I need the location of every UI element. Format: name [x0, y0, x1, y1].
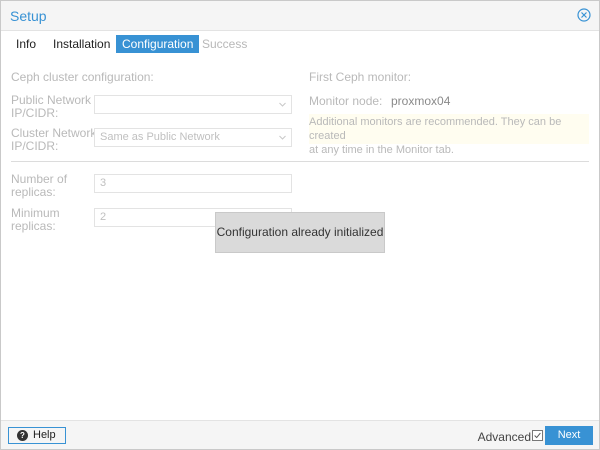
- min-replicas-value: 2: [100, 211, 107, 223]
- public-network-label-line2: IP/CIDR:: [11, 106, 59, 120]
- cluster-network-select[interactable]: Same as Public Network: [94, 128, 292, 147]
- help-icon: ?: [17, 430, 28, 441]
- min-replicas-label: Minimum replicas:: [11, 207, 60, 233]
- monitor-section-title: First Ceph monitor:: [309, 70, 412, 84]
- replicas-value: 3: [100, 177, 107, 189]
- help-button[interactable]: ? Help: [8, 427, 66, 444]
- section-divider: [11, 161, 589, 162]
- monitor-node-label: Monitor node:: [309, 94, 383, 108]
- dialog-titlebar: Setup: [1, 1, 599, 31]
- monitor-note-line1: Additional monitors are recommended. The…: [309, 116, 562, 142]
- cluster-network-label: Cluster Network IP/CIDR:: [11, 127, 96, 153]
- configuration-panel: Ceph cluster configuration: Public Netwo…: [1, 58, 599, 420]
- monitor-node-value: proxmox04: [391, 94, 451, 108]
- help-button-label: Help: [33, 429, 56, 441]
- tab-info[interactable]: Info: [10, 35, 42, 53]
- public-network-label: Public Network IP/CIDR:: [11, 94, 91, 120]
- min-replicas-label-line2: replicas:: [11, 219, 56, 233]
- wizard-tabs: Info Installation Configuration Success: [1, 31, 599, 57]
- advanced-checkbox[interactable]: [532, 430, 543, 441]
- dialog-title: Setup: [10, 8, 47, 24]
- dialog-footer: ? Help Advanced Next: [1, 420, 599, 449]
- tab-installation[interactable]: Installation: [47, 35, 116, 53]
- cluster-network-value: Same as Public Network: [100, 131, 220, 143]
- replicas-stepper[interactable]: 3: [94, 174, 292, 193]
- chevron-down-icon: [279, 102, 286, 107]
- replicas-label: Number of replicas:: [11, 173, 67, 199]
- chevron-down-icon: [279, 135, 286, 140]
- replicas-label-line2: replicas:: [11, 185, 56, 199]
- close-icon[interactable]: [577, 8, 591, 22]
- cluster-network-label-line2: IP/CIDR:: [11, 139, 59, 153]
- tab-success: Success: [202, 37, 248, 51]
- monitor-note: Additional monitors are recommended. The…: [309, 114, 589, 156]
- status-toast: Configuration already initialized: [215, 212, 385, 253]
- next-button[interactable]: Next: [545, 426, 593, 445]
- setup-dialog: Setup Info Installation Configuration Su…: [0, 0, 600, 450]
- advanced-label: Advanced: [477, 430, 531, 444]
- tab-configuration[interactable]: Configuration: [116, 35, 200, 53]
- public-network-select[interactable]: [94, 95, 292, 114]
- ceph-section-title: Ceph cluster configuration:: [11, 70, 154, 84]
- monitor-note-line2: at any time in the Monitor tab.: [309, 144, 454, 156]
